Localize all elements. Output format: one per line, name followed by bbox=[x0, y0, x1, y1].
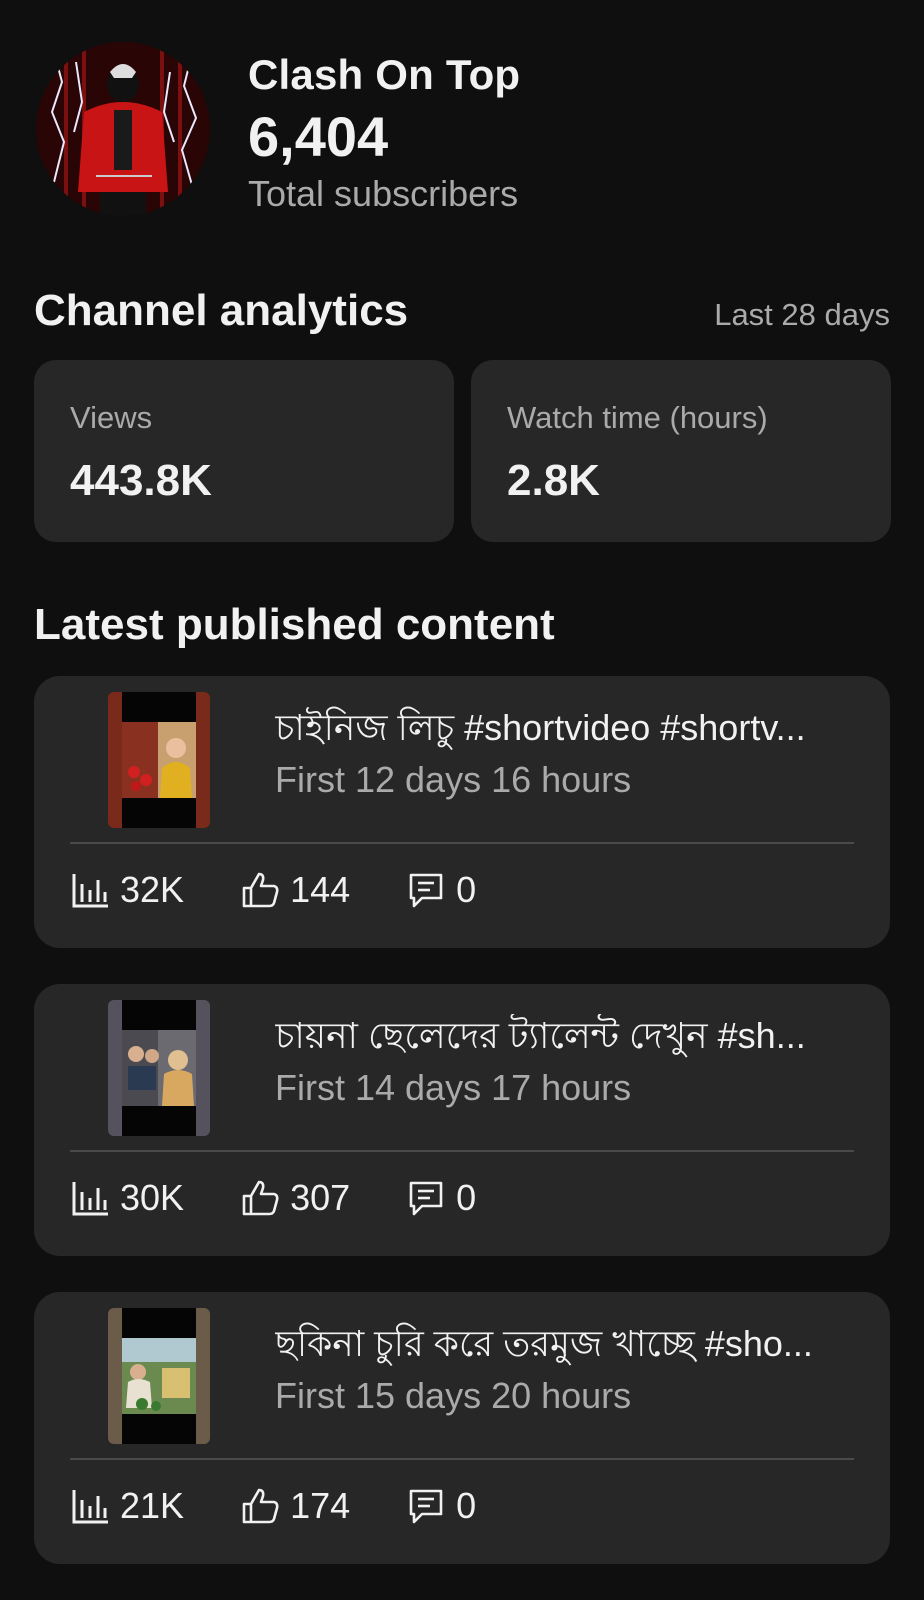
likes-metric: 307 bbox=[240, 1177, 350, 1219]
channel-avatar[interactable] bbox=[36, 42, 210, 216]
analytics-header: Channel analytics Last 28 days bbox=[34, 286, 890, 336]
video-thumbnail[interactable] bbox=[108, 692, 210, 828]
thumbs-up-icon bbox=[242, 1488, 279, 1524]
subscriber-label: Total subscribers bbox=[248, 173, 519, 214]
content-card[interactable]: চায়না ছেলেদের ট্যালেন্ট দেখুন #sh... Fi… bbox=[34, 984, 890, 1256]
video-metrics: 32K 144 0 bbox=[70, 868, 532, 912]
likes-count: 174 bbox=[290, 1485, 351, 1526]
views-count: 30K bbox=[120, 1177, 185, 1218]
views-count: 21K bbox=[120, 1485, 185, 1526]
comment-icon bbox=[409, 1489, 443, 1524]
video-title[interactable]: চায়না ছেলেদের ট্যালেন্ট দেখুন #sh... bbox=[275, 1014, 875, 1058]
comments-count: 0 bbox=[456, 869, 477, 910]
content-card[interactable]: ছকিনা চুরি করে তরমুজ খাচ্ছে #sho... Firs… bbox=[34, 1292, 890, 1564]
views-metric: 30K bbox=[70, 1177, 184, 1219]
video-meta: First 14 days 17 hours bbox=[275, 1067, 632, 1108]
channel-dashboard: Clash On Top 6,404 Total subscribers Cha… bbox=[0, 0, 924, 1600]
video-title[interactable]: চাইনিজ লিচু #shortvideo #shortv... bbox=[275, 706, 875, 750]
comments-metric: 0 bbox=[406, 869, 476, 911]
bar-chart-icon bbox=[72, 1182, 108, 1216]
views-metric: 32K bbox=[70, 869, 184, 911]
content-card[interactable]: চাইনিজ লিচু #shortvideo #shortv... First… bbox=[34, 676, 890, 948]
divider bbox=[70, 1458, 854, 1460]
thumbs-up-icon bbox=[242, 872, 279, 908]
divider bbox=[70, 1150, 854, 1152]
channel-name: Clash On Top bbox=[248, 51, 521, 98]
channel-header: Clash On Top 6,404 Total subscribers bbox=[36, 42, 520, 216]
subscriber-count: 6,404 bbox=[248, 105, 389, 168]
comments-count: 0 bbox=[456, 1485, 477, 1526]
views-card[interactable]: Views 443.8K bbox=[34, 360, 454, 542]
watch-time-value: 2.8K bbox=[507, 456, 600, 505]
analytics-period[interactable]: Last 28 days bbox=[714, 297, 890, 333]
video-thumbnail[interactable] bbox=[108, 1308, 210, 1444]
video-metrics: 21K 174 0 bbox=[70, 1484, 532, 1528]
views-label: Views bbox=[70, 400, 153, 435]
comments-metric: 0 bbox=[406, 1177, 476, 1219]
views-count: 32K bbox=[120, 869, 185, 910]
divider bbox=[70, 842, 854, 844]
views-value: 443.8K bbox=[70, 456, 212, 505]
analytics-title: Channel analytics bbox=[34, 286, 409, 335]
likes-metric: 174 bbox=[240, 1485, 350, 1527]
comment-icon bbox=[409, 1181, 443, 1216]
channel-info: Clash On Top 6,404 Total subscribers bbox=[248, 50, 520, 216]
views-metric: 21K bbox=[70, 1485, 184, 1527]
comments-count: 0 bbox=[456, 1177, 477, 1218]
latest-content-title: Latest published content bbox=[34, 600, 555, 649]
comment-icon bbox=[409, 873, 443, 908]
video-meta: First 15 days 20 hours bbox=[275, 1375, 632, 1416]
video-thumbnail[interactable] bbox=[108, 1000, 210, 1136]
video-metrics: 30K 307 0 bbox=[70, 1176, 532, 1220]
video-title[interactable]: ছকিনা চুরি করে তরমুজ খাচ্ছে #sho... bbox=[275, 1322, 875, 1366]
likes-metric: 144 bbox=[240, 869, 350, 911]
bar-chart-icon bbox=[72, 1490, 108, 1524]
likes-count: 307 bbox=[290, 1177, 351, 1218]
likes-count: 144 bbox=[290, 869, 351, 910]
thumbs-up-icon bbox=[242, 1180, 279, 1216]
video-meta: First 12 days 16 hours bbox=[275, 759, 632, 800]
watch-time-card[interactable]: Watch time (hours) 2.8K bbox=[471, 360, 891, 542]
watch-time-label: Watch time (hours) bbox=[507, 400, 768, 435]
bar-chart-icon bbox=[72, 874, 108, 908]
comments-metric: 0 bbox=[406, 1485, 476, 1527]
